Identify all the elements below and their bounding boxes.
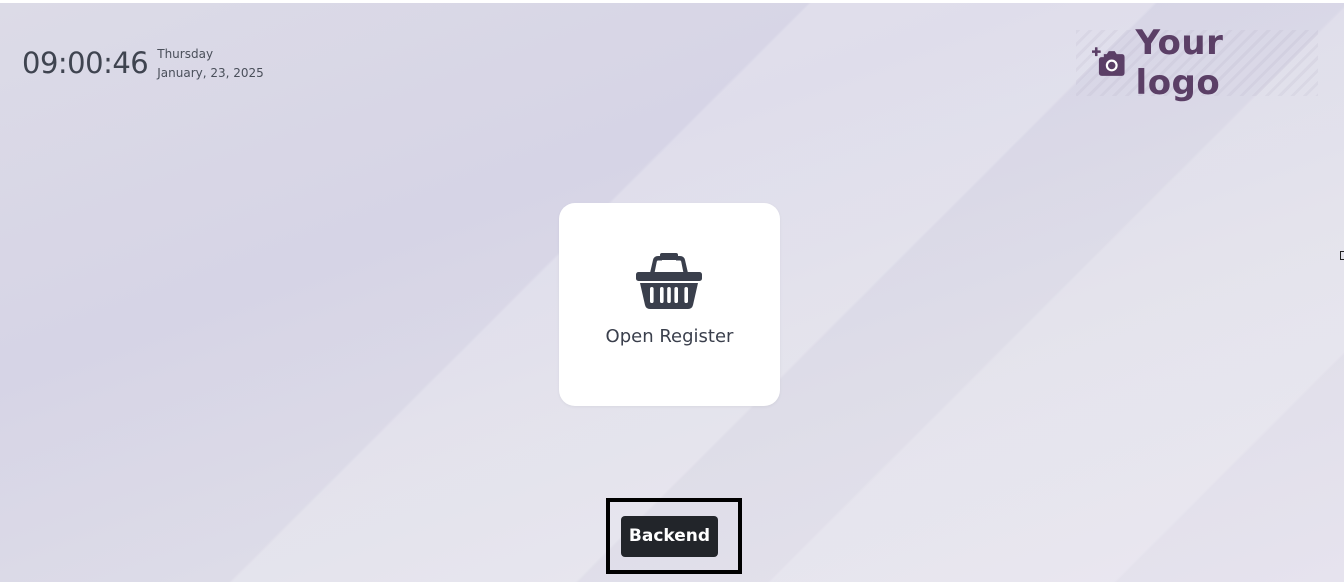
clock-full-date: January, 23, 2025 (157, 66, 264, 80)
company-logo[interactable]: Your logo (1076, 23, 1318, 103)
clock-weekday: Thursday (157, 47, 214, 61)
clock: 09:00:46 Thursday January, 23, 2025 (22, 43, 264, 83)
pos-lock-screen: 09:00:46 Thursday January, 23, 2025 Your… (0, 0, 1344, 582)
backend-button[interactable]: Backend (621, 516, 718, 557)
logo-text: Your logo (1135, 23, 1224, 103)
open-register-label: Open Register (605, 326, 734, 347)
basket-icon (636, 253, 702, 309)
clock-date: Thursday January, 23, 2025 (157, 45, 264, 83)
open-register-card[interactable]: Open Register (559, 203, 780, 406)
edge-handle (1340, 251, 1344, 260)
camera-plus-icon (1092, 47, 1125, 76)
clock-time: 09:00:46 (22, 46, 149, 80)
